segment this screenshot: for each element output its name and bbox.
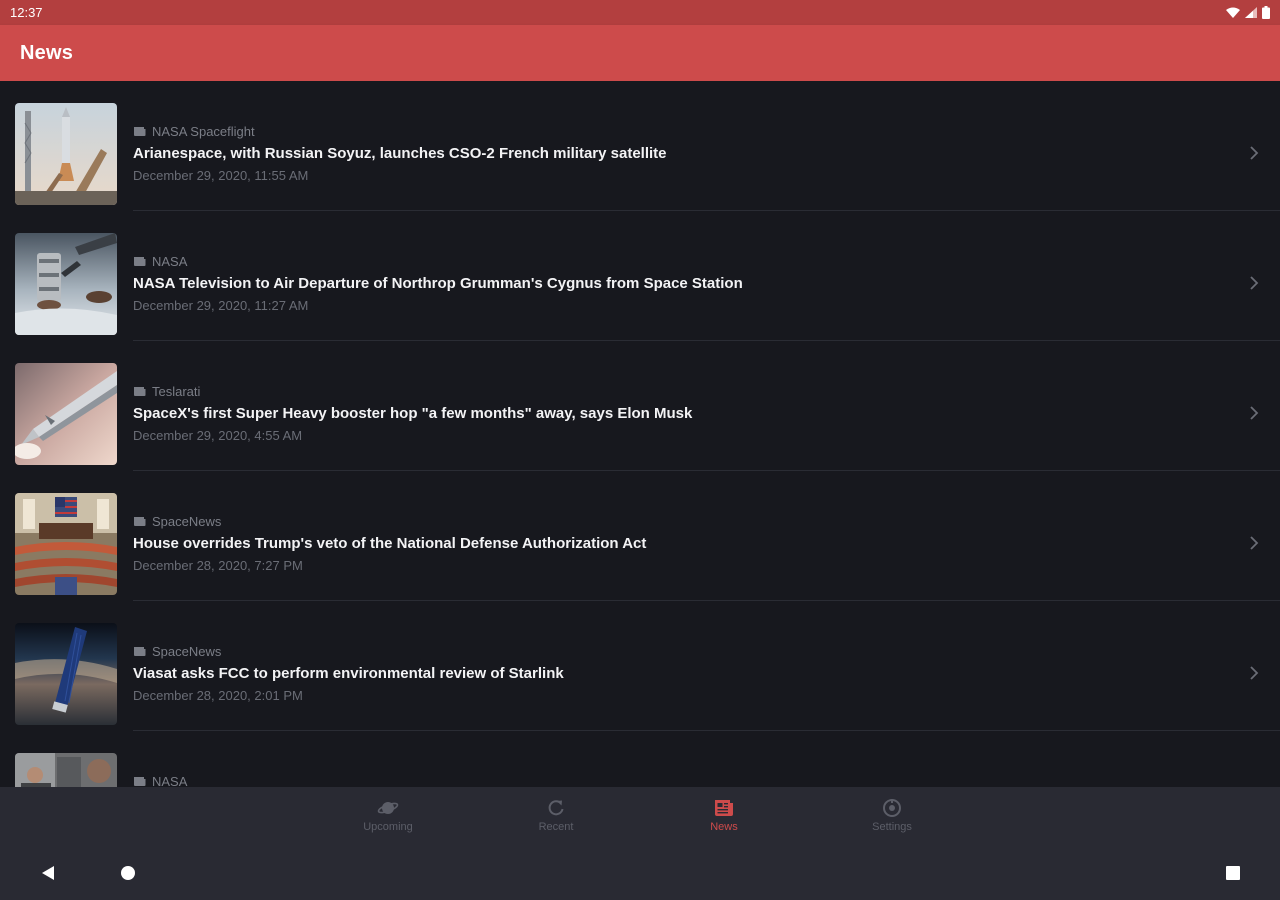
news-thumbnail-station (15, 753, 117, 787)
newspaper-icon (134, 646, 146, 656)
newspaper-icon (715, 800, 733, 816)
page-title: News (20, 41, 74, 64)
chevron-right-icon (1250, 406, 1259, 420)
newspaper-icon (134, 126, 146, 136)
gear-icon (883, 799, 901, 817)
news-title: NASA Television to Air Departure of Nort… (133, 275, 743, 292)
news-meta: SpaceNews Viasat asks FCC to perform env… (133, 643, 1220, 704)
nav-label-settings: Settings (872, 821, 912, 833)
news-thumbnail-rocket (15, 103, 117, 205)
nav-label-recent: Recent (538, 821, 574, 833)
news-source: SpaceNews (152, 643, 222, 659)
news-thumbnail-cygnus (15, 233, 117, 335)
news-item[interactable]: NASA (0, 731, 1280, 787)
newspaper-icon (134, 776, 146, 786)
news-date: December 29, 2020, 4:55 AM (133, 428, 303, 443)
app-bar: News (0, 25, 1280, 81)
system-navigation-bar (0, 847, 1280, 900)
news-list[interactable]: NASA Spaceflight Arianespace, with Russi… (0, 81, 1280, 787)
nav-item-settings[interactable]: Settings (832, 787, 952, 847)
news-thumbnail-house (15, 493, 117, 595)
bottom-navigation: Upcoming Recent News Settings (0, 787, 1280, 847)
news-date: December 29, 2020, 11:55 AM (133, 168, 309, 183)
news-source: NASA (152, 253, 188, 269)
home-icon[interactable] (120, 865, 136, 881)
battery-icon (1262, 6, 1270, 19)
nav-item-news[interactable]: News (664, 787, 784, 847)
nav-item-recent[interactable]: Recent (496, 787, 616, 847)
news-title: Viasat asks FCC to perform environmental… (133, 665, 564, 682)
news-source-row: SpaceNews (133, 643, 1220, 659)
news-source: NASA (152, 773, 188, 788)
refresh-icon (548, 800, 564, 816)
news-item[interactable]: SpaceNews Viasat asks FCC to perform env… (0, 601, 1280, 731)
news-thumbnail-starship (15, 363, 117, 465)
status-time: 12:37 (10, 5, 43, 20)
news-source: SpaceNews (152, 513, 222, 529)
nav-item-upcoming[interactable]: Upcoming (328, 787, 448, 847)
newspaper-icon (134, 516, 146, 526)
news-source-row: NASA Spaceflight (133, 123, 1220, 139)
status-bar: 12:37 (0, 0, 1280, 25)
news-source: Teslarati (152, 383, 201, 399)
news-item[interactable]: Teslarati SpaceX's first Super Heavy boo… (0, 341, 1280, 471)
news-meta: Teslarati SpaceX's first Super Heavy boo… (133, 383, 1220, 444)
chevron-right-icon (1250, 146, 1259, 160)
news-source-row: NASA (133, 253, 1220, 269)
newspaper-icon (134, 256, 146, 266)
news-thumbnail-starlink (15, 623, 117, 725)
chevron-right-icon (1250, 276, 1259, 290)
planet-icon (377, 802, 399, 814)
nav-label-upcoming: Upcoming (363, 821, 413, 833)
news-source-row: SpaceNews (133, 513, 1220, 529)
news-item[interactable]: NASA Spaceflight Arianespace, with Russi… (0, 81, 1280, 211)
news-meta: NASA (133, 774, 1220, 787)
news-item[interactable]: SpaceNews House overrides Trump's veto o… (0, 471, 1280, 601)
status-icons (1226, 6, 1270, 19)
recents-icon[interactable] (1225, 865, 1241, 881)
news-source-row: Teslarati (133, 383, 1220, 399)
news-date: December 28, 2020, 7:27 PM (133, 558, 303, 573)
back-icon[interactable] (40, 865, 56, 881)
news-date: December 29, 2020, 11:27 AM (133, 298, 309, 313)
signal-icon (1245, 7, 1257, 18)
wifi-icon (1226, 7, 1240, 18)
newspaper-icon (134, 386, 146, 396)
news-title: SpaceX's first Super Heavy booster hop "… (133, 405, 693, 422)
news-meta: SpaceNews House overrides Trump's veto o… (133, 513, 1220, 574)
news-source-row: NASA (133, 774, 1220, 787)
news-title: House overrides Trump's veto of the Nati… (133, 535, 647, 552)
news-meta: NASA Spaceflight Arianespace, with Russi… (133, 123, 1220, 184)
news-meta: NASA NASA Television to Air Departure of… (133, 253, 1220, 314)
chevron-right-icon (1250, 536, 1259, 550)
news-title: Arianespace, with Russian Soyuz, launche… (133, 145, 667, 162)
chevron-right-icon (1250, 666, 1259, 680)
news-item[interactable]: NASA NASA Television to Air Departure of… (0, 211, 1280, 341)
nav-label-news: News (710, 821, 738, 833)
news-source: NASA Spaceflight (152, 123, 255, 139)
news-date: December 28, 2020, 2:01 PM (133, 688, 303, 703)
